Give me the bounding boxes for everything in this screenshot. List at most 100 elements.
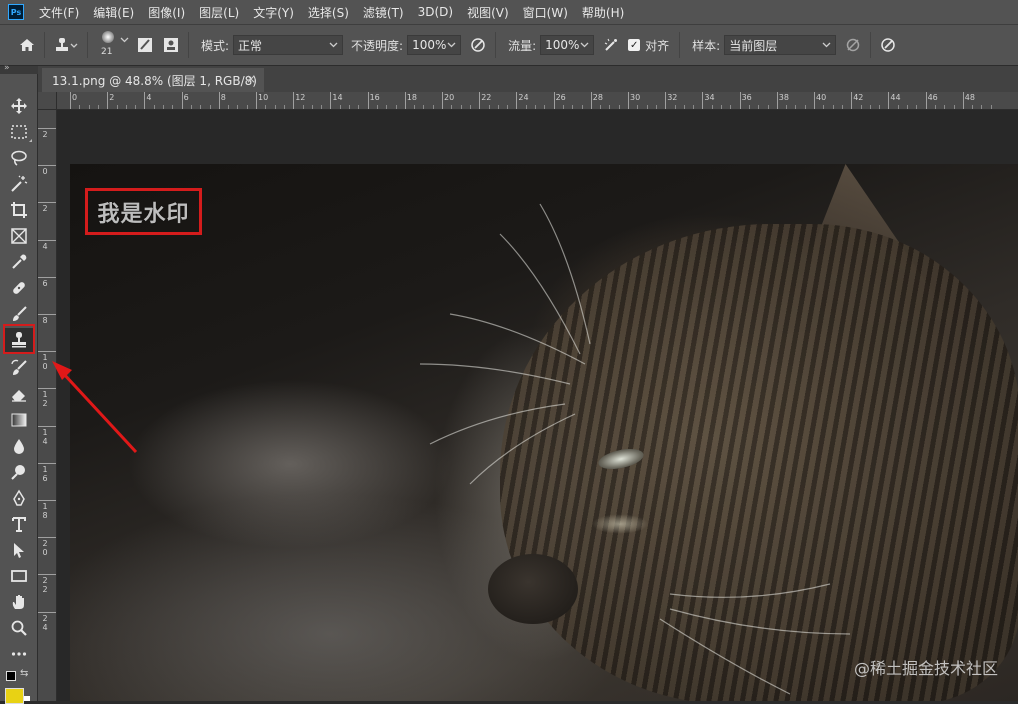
options-bar: 21 模式: 正常 不透明度: 100% 流量: 100% ✓ 对齐 样本: 当… xyxy=(0,24,1018,66)
eraser-tool[interactable] xyxy=(4,382,34,406)
crop-icon xyxy=(11,202,27,218)
separator xyxy=(679,32,681,58)
lasso-tool[interactable] xyxy=(4,146,34,170)
brush-tool[interactable] xyxy=(4,302,34,326)
history-brush-tool[interactable] xyxy=(4,356,34,380)
more-tools[interactable] xyxy=(4,642,34,666)
ruler-minor-tick xyxy=(88,105,90,109)
crop-tool[interactable] xyxy=(4,198,34,222)
ruler-tick-label: 1 8 xyxy=(42,502,48,520)
mode-select[interactable]: 正常 xyxy=(233,35,344,55)
flow-input[interactable]: 100% xyxy=(540,35,595,55)
pressure-size-icon[interactable] xyxy=(877,34,899,56)
move-tool[interactable] xyxy=(4,94,34,118)
ruler-major-tick xyxy=(516,92,518,109)
horizontal-ruler[interactable]: 0 2 4 6 8 10 12 14 16 18 20 22 24 26 28 30 32 34 36 38 40 42 4… xyxy=(57,92,1018,110)
menu-file[interactable]: 文件(F) xyxy=(32,4,86,21)
pressure-opacity-icon[interactable] xyxy=(467,34,489,56)
type-icon xyxy=(12,517,26,532)
close-icon[interactable]: × xyxy=(246,72,256,86)
ruler-minor-tick xyxy=(395,105,397,109)
ruler-minor-tick xyxy=(544,105,546,109)
ruler-minor-tick xyxy=(451,105,453,109)
menu-edit[interactable]: 编辑(E) xyxy=(86,4,141,21)
magic-wand-tool[interactable] xyxy=(4,172,34,196)
ruler-major-tick xyxy=(107,92,109,109)
gradient-tool[interactable] xyxy=(4,408,34,432)
ruler-tick-label: 8 xyxy=(220,93,226,102)
toolbar-collapse-handle[interactable]: » xyxy=(0,63,38,74)
opacity-input[interactable]: 100% xyxy=(407,35,462,55)
default-colors-icon[interactable] xyxy=(6,671,16,681)
canvas-workspace[interactable]: 我是水印 @稀土掘金技术社区 xyxy=(57,110,1018,701)
menu-layer[interactable]: 图层(L) xyxy=(192,4,246,21)
ruler-minor-tick xyxy=(748,105,750,109)
ruler-minor-tick xyxy=(804,105,806,109)
blur-tool[interactable] xyxy=(4,434,34,458)
ruler-minor-tick xyxy=(97,105,99,109)
separator xyxy=(87,32,88,58)
ruler-tick-label: 1 0 xyxy=(42,353,48,372)
ruler-minor-tick xyxy=(311,105,313,109)
menu-image[interactable]: 图像(I) xyxy=(141,4,192,21)
type-tool[interactable] xyxy=(4,512,34,536)
ruler-corner[interactable] xyxy=(38,92,57,110)
rectangle-tool[interactable] xyxy=(4,564,34,588)
menu-type[interactable]: 文字(Y) xyxy=(246,4,301,21)
opacity-value: 100% xyxy=(412,38,447,52)
brush-size-picker[interactable]: 21 xyxy=(94,27,134,63)
airbrush-icon[interactable] xyxy=(600,34,622,56)
marquee-tool[interactable] xyxy=(4,120,34,144)
ruler-minor-tick xyxy=(990,105,992,109)
ruler-minor-tick xyxy=(321,105,323,109)
ruler-minor-tick xyxy=(860,105,862,109)
vertical-ruler[interactable]: 2 0 2 4 6 8 1 0 1 2 1 4 1 6 1 8 2 0 2 2 2 4 xyxy=(38,110,57,701)
ruler-tick-label: 2 xyxy=(42,204,48,214)
flow-label: 流量: xyxy=(508,38,537,53)
aligned-checkbox[interactable]: ✓ xyxy=(628,39,641,51)
ruler-major-tick xyxy=(38,314,56,315)
eyedropper-tool[interactable] xyxy=(4,250,34,274)
path-selection-tool[interactable] xyxy=(4,538,34,562)
ruler-minor-tick xyxy=(823,105,825,109)
menu-view[interactable]: 视图(V) xyxy=(460,4,516,21)
chevron-down-icon xyxy=(447,42,456,48)
ruler-major-tick xyxy=(851,92,853,109)
healing-brush-tool[interactable] xyxy=(4,276,34,300)
brush-icon xyxy=(13,306,27,321)
clone-source-panel-icon[interactable] xyxy=(160,34,182,56)
ruler-minor-tick xyxy=(432,105,434,109)
chevron-down-icon xyxy=(329,42,338,48)
ruler-minor-tick xyxy=(711,105,713,109)
dodge-tool[interactable] xyxy=(4,460,34,484)
document-tab[interactable]: 13.1.png @ 48.8% (图层 1, RGB/8) × xyxy=(42,68,264,92)
home-icon[interactable] xyxy=(16,34,38,56)
menu-3d[interactable]: 3D(D) xyxy=(411,5,460,19)
zoom-tool[interactable] xyxy=(4,616,34,640)
hand-tool[interactable] xyxy=(4,590,34,614)
ruler-tick-label: 16 xyxy=(369,93,380,102)
brush-settings-icon[interactable] xyxy=(134,34,156,56)
swap-colors-icon[interactable]: ⇆ xyxy=(20,668,28,679)
eraser-icon xyxy=(12,390,26,402)
frame-tool[interactable] xyxy=(4,224,34,248)
ruler-minor-tick xyxy=(135,105,137,109)
ignore-adjustment-layers-icon[interactable] xyxy=(842,34,864,56)
ruler-major-tick xyxy=(590,92,592,109)
ruler-tick-label: 48 xyxy=(964,93,975,102)
watermark-highlight-box: 我是水印 xyxy=(85,188,202,235)
sample-value: 当前图层 xyxy=(729,38,778,53)
ruler-minor-tick xyxy=(767,105,769,109)
menu-help[interactable]: 帮助(H) xyxy=(575,4,631,21)
menu-window[interactable]: 窗口(W) xyxy=(516,4,575,21)
sample-label: 样本: xyxy=(692,38,721,53)
pen-tool[interactable] xyxy=(4,486,34,510)
foreground-color-swatch[interactable] xyxy=(5,688,24,704)
sample-select[interactable]: 当前图层 xyxy=(724,35,837,55)
menu-filter[interactable]: 滤镜(T) xyxy=(356,4,411,21)
tool-preset-picker[interactable] xyxy=(51,34,81,56)
ruler-minor-tick xyxy=(246,105,248,109)
menu-select[interactable]: 选择(S) xyxy=(301,4,356,21)
brush-tip-icon xyxy=(102,31,114,43)
ruler-major-tick xyxy=(628,92,629,109)
